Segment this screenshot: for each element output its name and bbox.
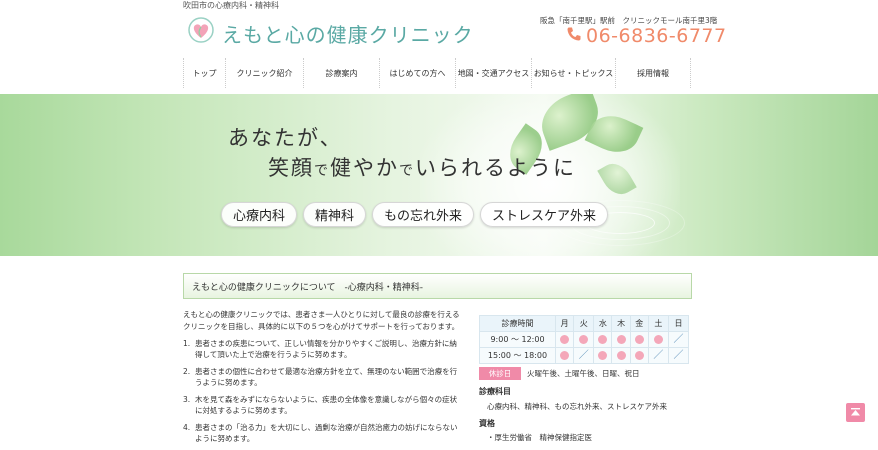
schedule-cell-open	[629, 347, 649, 364]
schedule-cell-open	[554, 347, 575, 364]
hero-headline-2: 笑顔で健やかでいられるように	[268, 156, 576, 180]
policy-list: 1. 患者さまの疾患について、正しい情報を分かりやすくご説明し、治療方針に納得し…	[183, 338, 463, 450]
closed-slash-icon: ／	[673, 333, 684, 345]
closed-slash-icon: ／	[653, 349, 664, 361]
nav-item-access[interactable]: 地図・交通アクセス	[455, 58, 531, 88]
nav-item-first-visit[interactable]: はじめての方へ	[379, 58, 455, 88]
page-top-button[interactable]	[846, 403, 865, 422]
open-dot-icon	[560, 351, 570, 360]
schedule-cell-open	[593, 347, 613, 364]
list-item: 3. 木を見て森をみずにならないように、疾患の全体像を意識しながら個々の症状に対…	[183, 395, 458, 415]
open-dot-icon	[579, 335, 589, 344]
day-header: 月	[554, 315, 575, 332]
nav-item-clinic[interactable]: クリニック紹介	[225, 58, 303, 88]
day-header: 木	[611, 315, 631, 332]
list-item: 1. 患者さまの疾患について、正しい情報を分かりやすくご説明し、治療方針に納得し…	[183, 339, 457, 359]
open-dot-icon	[598, 335, 608, 344]
day-header: 日	[667, 315, 690, 332]
hero-headline-1: あなたが、	[228, 126, 343, 150]
schedule-cell-open	[611, 347, 631, 364]
schedule-cell-open	[554, 331, 575, 348]
arrow-up-icon	[851, 408, 860, 416]
closed-days-badge: 休診日	[479, 367, 521, 380]
open-dot-icon	[634, 335, 644, 344]
phone-handset-icon	[567, 27, 581, 41]
day-header: 火	[573, 315, 595, 332]
schedule-cell-closed: ／	[573, 347, 595, 364]
schedule-cell-open	[593, 331, 613, 348]
qualifications-body: ・厚生労働省 精神保健指定医	[487, 433, 592, 442]
department-pills: 心療内科 精神科 もの忘れ外来 ストレスケア外来	[221, 202, 609, 227]
logo-link[interactable]	[183, 16, 219, 48]
schedule-table: 診療時間 月 火 水 木 金 土 日 9:00 ～ 12:00 ／ 15:00 ～ …	[479, 315, 690, 364]
open-dot-icon	[560, 335, 570, 344]
schedule-time: 15:00 ～ 18:00	[479, 347, 556, 364]
pill-psychiatry[interactable]: 精神科	[303, 202, 367, 227]
schedule-cell-closed: ／	[647, 347, 669, 364]
schedule-cell-open	[573, 331, 595, 348]
schedule-cell-open	[647, 331, 669, 348]
departments-heading: 診療科目	[479, 387, 511, 396]
about-intro: えもと心の健康クリニックでは、患者さま一人ひとりに対して最良の診療を行えるクリニ…	[183, 310, 460, 331]
about-heading: えもと心の健康クリニックについて -心療内科・精神科-	[183, 273, 692, 299]
list-item: 2. 患者さまの個性に合わせて最適な治療方針を立て、無理のない範囲で治療を行うよ…	[183, 367, 458, 387]
open-dot-icon	[634, 351, 644, 360]
day-header: 水	[593, 315, 613, 332]
global-nav: トップ クリニック紹介 診療案内 はじめての方へ 地図・交通アクセス お知らせ・…	[183, 58, 691, 88]
closed-days-text: 火曜午後、土曜午後、日曜、祝日	[527, 369, 640, 378]
phone-number[interactable]: 06-6836-6777	[586, 25, 727, 47]
day-header: 土	[647, 315, 669, 332]
closed-slash-icon: ／	[578, 349, 589, 361]
schedule-cell-open	[611, 331, 631, 348]
departments-body: 心療内科、精神科、もの忘れ外来、ストレスケア外来	[487, 402, 667, 411]
nav-item-top[interactable]: トップ	[183, 58, 225, 88]
qualifications-heading: 資格	[479, 419, 495, 428]
hero-banner: あなたが、 笑顔で健やかでいられるように 心療内科 精神科 もの忘れ外来 ストレ…	[0, 94, 878, 256]
nav-item-medical-info[interactable]: 診療案内	[303, 58, 379, 88]
schedule-row: 9:00 ～ 12:00 ／	[479, 331, 690, 348]
open-dot-icon	[653, 335, 663, 344]
schedule-cell-closed: ／	[667, 331, 690, 348]
schedule-cell-closed: ／	[667, 347, 690, 364]
closed-slash-icon: ／	[673, 349, 684, 361]
schedule-cell-open	[629, 331, 649, 348]
list-item: 4. 患者さまの「治る力」を大切にし、過剰な治療が自然治癒力の妨げにならないよう…	[183, 423, 458, 443]
site-tagline: 吹田市の心療内科・精神科	[183, 1, 279, 10]
open-dot-icon	[616, 335, 626, 344]
day-header: 金	[629, 315, 649, 332]
schedule-header-label: 診療時間	[479, 315, 556, 332]
nav-item-recruit[interactable]: 採用情報	[615, 58, 691, 88]
pill-psychosomatic[interactable]: 心療内科	[221, 202, 298, 227]
open-dot-icon	[598, 351, 608, 360]
site-title[interactable]: えもと心の健康クリニック	[222, 19, 474, 48]
pill-stress-care[interactable]: ストレスケア外来	[480, 202, 609, 227]
pill-memory-clinic[interactable]: もの忘れ外来	[372, 202, 475, 227]
schedule-time: 9:00 ～ 12:00	[479, 331, 556, 348]
schedule-row: 15:00 ～ 18:00 ／ ／ ／	[479, 347, 690, 364]
heart-leaf-logo-icon	[188, 17, 214, 43]
nav-item-news[interactable]: お知らせ・トピックス	[531, 58, 615, 88]
open-dot-icon	[616, 351, 626, 360]
